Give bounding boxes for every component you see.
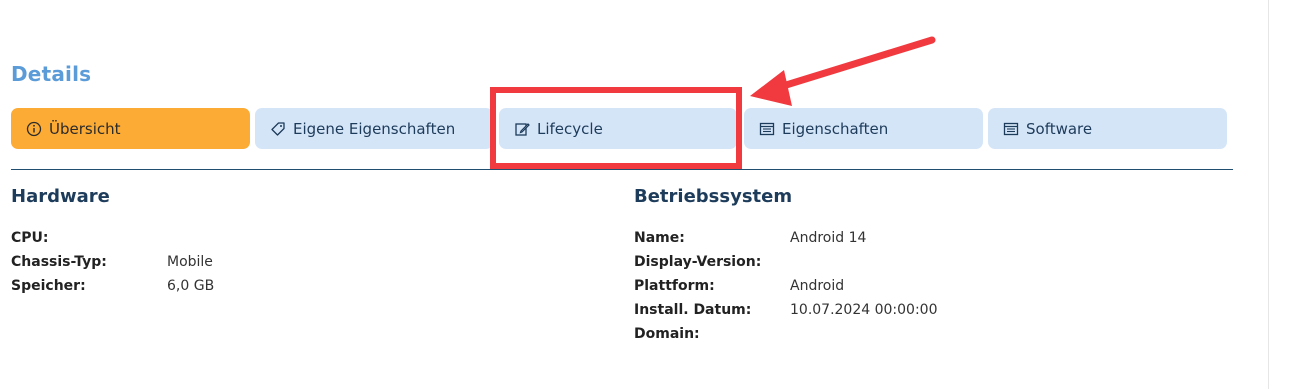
- list-icon: [1002, 120, 1020, 138]
- field-value: Android: [790, 278, 845, 294]
- field-label: Chassis-Typ:: [11, 254, 107, 270]
- info-circle-icon: [25, 120, 43, 138]
- tag-icon: [269, 120, 287, 138]
- highlight-box: [490, 87, 742, 169]
- tab-eigene-eigenschaften[interactable]: Eigene Eigenschaften: [255, 108, 493, 149]
- field-label: Display-Version:: [634, 254, 762, 270]
- hardware-title: Hardware: [11, 186, 110, 207]
- os-row-display-version: Display-Version:: [634, 254, 1034, 272]
- os-row-domain: Domain:: [634, 326, 1034, 344]
- field-value: 10.07.2024 00:00:00: [790, 302, 938, 318]
- right-edge-divider: [1268, 0, 1269, 389]
- os-row-plattform: Plattform: Android: [634, 278, 1034, 296]
- tab-label: Eigenschaften: [782, 119, 889, 138]
- tab-label: Übersicht: [49, 119, 121, 138]
- tab-software[interactable]: Software: [988, 108, 1227, 149]
- field-label: Speicher:: [11, 278, 86, 294]
- os-row-install-datum: Install. Datum: 10.07.2024 00:00:00: [634, 302, 1034, 320]
- field-value: 6,0 GB: [167, 278, 215, 294]
- tab-uebersicht[interactable]: Übersicht: [11, 108, 250, 149]
- hardware-row-cpu: CPU:: [11, 230, 311, 248]
- os-title: Betriebssystem: [634, 186, 793, 207]
- field-label: Name:: [634, 230, 685, 246]
- page-title: Details: [11, 62, 92, 86]
- list-icon: [758, 120, 776, 138]
- field-value: Mobile: [167, 254, 213, 270]
- annotation-arrow-icon: [750, 36, 936, 106]
- tabs-divider: [11, 169, 1233, 170]
- field-label: Install. Datum:: [634, 302, 752, 318]
- tab-label: Software: [1026, 119, 1093, 138]
- tab-label: Eigene Eigenschaften: [293, 119, 456, 138]
- field-value: Android 14: [790, 230, 867, 246]
- tab-eigenschaften[interactable]: Eigenschaften: [744, 108, 983, 149]
- hardware-row-speicher: Speicher: 6,0 GB: [11, 278, 311, 296]
- hardware-row-chassis: Chassis-Typ: Mobile: [11, 254, 311, 272]
- os-row-name: Name: Android 14: [634, 230, 1034, 248]
- field-label: Plattform:: [634, 278, 715, 294]
- field-label: Domain:: [634, 326, 700, 342]
- field-label: CPU:: [11, 230, 49, 246]
